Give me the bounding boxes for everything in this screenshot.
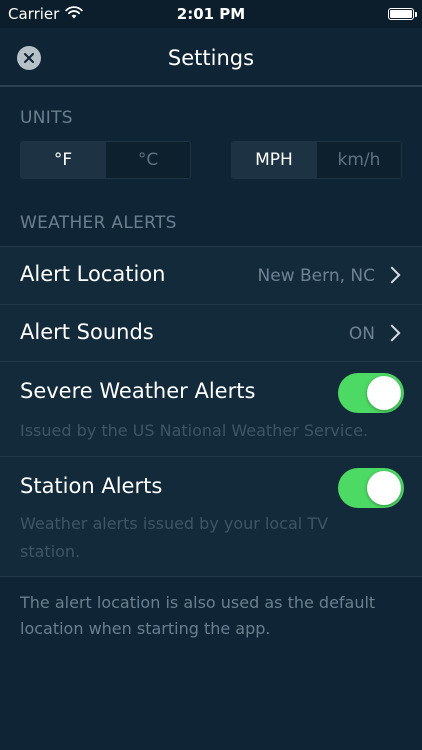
footer-note-line2: location when starting the app. <box>20 619 271 638</box>
segment-kmh[interactable]: km/h <box>316 142 401 178</box>
chevron-right-icon <box>383 324 401 342</box>
toggle-knob <box>367 471 401 505</box>
units-section-header: UNITS <box>20 108 73 128</box>
station-alerts-toggle[interactable] <box>338 468 404 508</box>
alert-location-label: Alert Location <box>20 262 166 286</box>
severe-weather-alerts-toggle[interactable] <box>338 373 404 413</box>
footer-note-line1: The alert location is also used as the d… <box>20 593 376 612</box>
severe-weather-alerts-label: Severe Weather Alerts <box>20 379 256 403</box>
station-alerts-label: Station Alerts <box>20 474 163 498</box>
segment-fahrenheit[interactable]: °F <box>21 142 105 178</box>
segment-celsius[interactable]: °C <box>105 142 190 178</box>
row-divider <box>0 576 422 577</box>
battery-icon <box>388 8 417 20</box>
alert-location-row[interactable]: Alert Location New Bern, NC <box>0 247 422 304</box>
severe-weather-alerts-row: Severe Weather Alerts Issued by the US N… <box>0 362 422 456</box>
weather-alerts-section-header: WEATHER ALERTS <box>20 213 177 233</box>
speed-unit-selector: MPH km/h <box>231 141 402 179</box>
nav-bar: Settings <box>0 28 422 87</box>
status-right <box>388 0 417 28</box>
alert-sounds-label: Alert Sounds <box>20 320 154 344</box>
footer-note: The alert location is also used as the d… <box>20 590 410 642</box>
battery-fill <box>390 10 412 18</box>
page-title: Settings <box>167 45 255 70</box>
chevron-right-icon <box>383 266 401 284</box>
station-alerts-description-line1: Weather alerts issued by your local TV <box>20 514 329 533</box>
temperature-unit-selector: °F °C <box>20 141 191 179</box>
segment-mph[interactable]: MPH <box>232 142 316 178</box>
status-bar: Carrier 2:01 PM <box>0 0 422 28</box>
alert-sounds-row[interactable]: Alert Sounds ON <box>0 305 422 361</box>
alert-location-value: New Bern, NC <box>257 266 375 286</box>
status-time: 2:01 PM <box>176 5 246 23</box>
severe-weather-alerts-description: Issued by the US National Weather Servic… <box>20 421 369 440</box>
station-alerts-description-line2: station. <box>20 542 81 561</box>
toggle-knob <box>367 376 401 410</box>
station-alerts-row: Station Alerts Weather alerts issued by … <box>0 457 422 576</box>
alert-sounds-value: ON <box>348 324 375 344</box>
